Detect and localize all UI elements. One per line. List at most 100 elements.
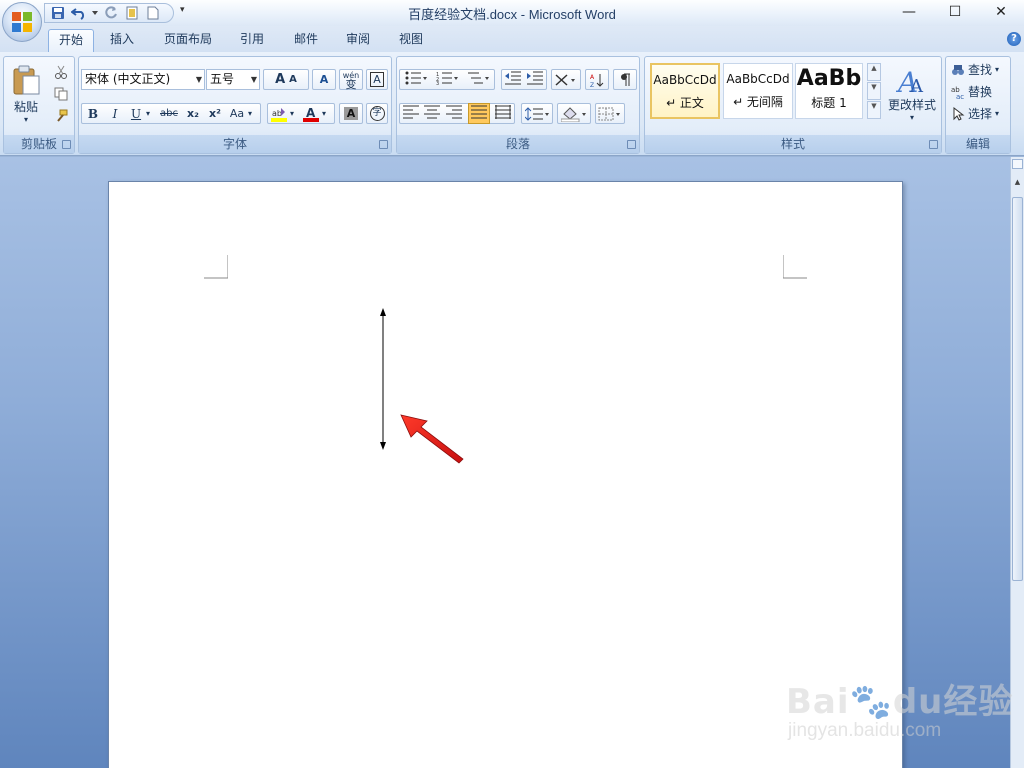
editing-group-label: 编辑 — [946, 135, 1010, 153]
paste-dropdown-icon[interactable]: ▾ — [24, 115, 28, 124]
select-button[interactable]: 选择 ▾ — [950, 103, 1008, 124]
tab-page-layout[interactable]: 页面布局 — [154, 29, 222, 52]
office-button[interactable] — [2, 2, 42, 42]
tab-view[interactable]: 视图 — [389, 29, 433, 52]
tab-references[interactable]: 引用 — [230, 29, 274, 52]
grow-shrink-font: A A — [263, 69, 309, 90]
help-icon[interactable]: ? — [1007, 32, 1021, 46]
multilevel-list-icon[interactable] — [467, 71, 490, 88]
underline-button[interactable]: U — [126, 107, 146, 121]
grow-font-button[interactable]: A — [275, 72, 285, 87]
style-heading-1[interactable]: AaBb 标题 1 — [795, 63, 863, 119]
highlight-dropdown-icon[interactable]: ▾ — [290, 109, 300, 118]
styles-group: AaBbCcDd ↵ 正文 AaBbCcDd ↵ 无间隔 AaBb 标题 1 ▲… — [644, 56, 942, 154]
styles-scroll-up-icon[interactable]: ▲ — [867, 63, 881, 81]
svg-text:3: 3 — [436, 81, 439, 85]
scroll-thumb[interactable] — [1012, 197, 1023, 581]
change-case-button[interactable]: Aa — [226, 107, 248, 120]
font-name-combo[interactable]: 宋体 (中文正文) ▼ — [81, 69, 205, 90]
bold-button[interactable]: B — [82, 107, 104, 121]
change-case-dropdown-icon[interactable]: ▾ — [248, 109, 258, 118]
font-group: 宋体 (中文正文) ▼ 五号 ▼ A A A wén 变 A B I U ▾ a… — [78, 56, 392, 154]
paste-button[interactable]: 粘贴 ▾ — [8, 59, 44, 129]
top-right-margin-mark — [783, 255, 807, 279]
maximize-button[interactable]: ☐ — [932, 0, 978, 24]
style-no-spacing-name: ↵ 无间隔 — [733, 95, 783, 109]
font-name-dropdown-icon[interactable]: ▼ — [196, 70, 202, 89]
svg-text:Z: Z — [590, 82, 594, 88]
window-controls: — ☐ ✕ — [886, 0, 1024, 24]
numbering-icon[interactable]: 123 — [436, 71, 458, 88]
asian-layout-icon[interactable] — [551, 69, 581, 90]
tab-insert[interactable]: 插入 — [100, 29, 144, 52]
scroll-up-icon[interactable]: ▲ — [1012, 173, 1023, 191]
justify-icon[interactable] — [467, 103, 490, 124]
indent-bar — [501, 69, 547, 90]
font-color-icon[interactable]: A — [300, 106, 322, 122]
subscript-button[interactable]: x₂ — [182, 107, 204, 120]
style-normal-preview: AaBbCcDd — [653, 73, 717, 87]
align-right-icon[interactable] — [445, 105, 462, 122]
close-button[interactable]: ✕ — [978, 0, 1024, 24]
styles-more-icon[interactable]: ▼ — [867, 101, 881, 119]
copy-icon[interactable] — [50, 83, 72, 104]
distributed-icon[interactable] — [495, 105, 512, 122]
style-heading-1-name: 标题 1 — [811, 96, 847, 110]
font-size-dropdown-icon[interactable]: ▼ — [251, 70, 257, 89]
select-dropdown-icon[interactable]: ▾ — [995, 109, 999, 118]
replace-button[interactable]: ab ac 替换 — [950, 81, 1008, 102]
phonetic-guide-button[interactable]: wén 变 — [339, 69, 363, 90]
shrink-font-button[interactable]: A — [289, 74, 297, 85]
underline-dropdown-icon[interactable]: ▾ — [146, 109, 156, 118]
italic-button[interactable]: I — [104, 107, 126, 121]
replace-label: 替换 — [968, 85, 993, 99]
show-formatting-marks-icon[interactable] — [613, 69, 637, 90]
font-color-dropdown-icon[interactable]: ▾ — [322, 109, 332, 118]
find-dropdown-icon[interactable]: ▾ — [995, 65, 999, 74]
font-name-value: 宋体 (中文正文) — [85, 72, 171, 86]
bullets-icon[interactable] — [405, 71, 427, 88]
tab-mailings[interactable]: 邮件 — [284, 29, 328, 52]
decrease-indent-icon[interactable] — [505, 71, 521, 88]
paragraph-launcher-icon[interactable] — [627, 140, 636, 149]
style-no-spacing[interactable]: AaBbCcDd ↵ 无间隔 — [723, 63, 793, 119]
document-area — [0, 157, 1010, 768]
font-size-combo[interactable]: 五号 ▼ — [206, 69, 260, 90]
font-launcher-icon[interactable] — [379, 140, 388, 149]
styles-group-label: 样式 — [645, 135, 941, 153]
character-border-button[interactable]: A — [366, 69, 388, 90]
clipboard-launcher-icon[interactable] — [62, 140, 71, 149]
enclose-characters-button[interactable]: 字 — [366, 103, 388, 124]
align-center-icon[interactable] — [424, 105, 441, 122]
shading-icon[interactable] — [557, 103, 591, 124]
format-painter-icon[interactable] — [50, 105, 72, 126]
character-shading-button[interactable]: A — [339, 103, 363, 124]
styles-scroll-down-icon[interactable]: ▼ — [867, 82, 881, 100]
sort-icon[interactable]: AZ — [585, 69, 609, 90]
style-normal[interactable]: AaBbCcDd ↵ 正文 — [650, 63, 720, 119]
ruler-toggle-icon[interactable] — [1012, 159, 1023, 169]
minimize-button[interactable]: — — [886, 0, 932, 24]
strikethrough-button[interactable]: abc — [156, 108, 182, 119]
find-button[interactable]: 查找 ▾ — [950, 59, 1008, 80]
align-left-icon[interactable] — [402, 105, 419, 122]
top-left-margin-mark — [204, 255, 228, 279]
svg-text:ab: ab — [272, 109, 282, 118]
clear-formatting-button[interactable]: A — [312, 69, 336, 90]
vertical-double-arrow-shape[interactable] — [375, 308, 391, 450]
tab-review[interactable]: 审阅 — [336, 29, 380, 52]
line-spacing-icon[interactable] — [521, 103, 553, 124]
document-page[interactable] — [108, 181, 903, 768]
styles-launcher-icon[interactable] — [929, 140, 938, 149]
red-pointer-arrow-icon — [400, 414, 464, 464]
superscript-button[interactable]: x² — [204, 107, 226, 120]
vertical-scrollbar[interactable]: ▲ — [1010, 157, 1024, 768]
change-styles-button[interactable]: A A 更改样式 ▾ — [885, 59, 939, 129]
highlight-color-icon[interactable]: ab — [268, 106, 290, 122]
borders-icon[interactable] — [595, 103, 625, 124]
increase-indent-icon[interactable] — [527, 71, 543, 88]
tab-home[interactable]: 开始 — [48, 29, 95, 52]
clear-formatting-label: A — [319, 73, 329, 86]
office-logo-icon — [12, 12, 32, 32]
cut-icon[interactable] — [50, 61, 72, 82]
